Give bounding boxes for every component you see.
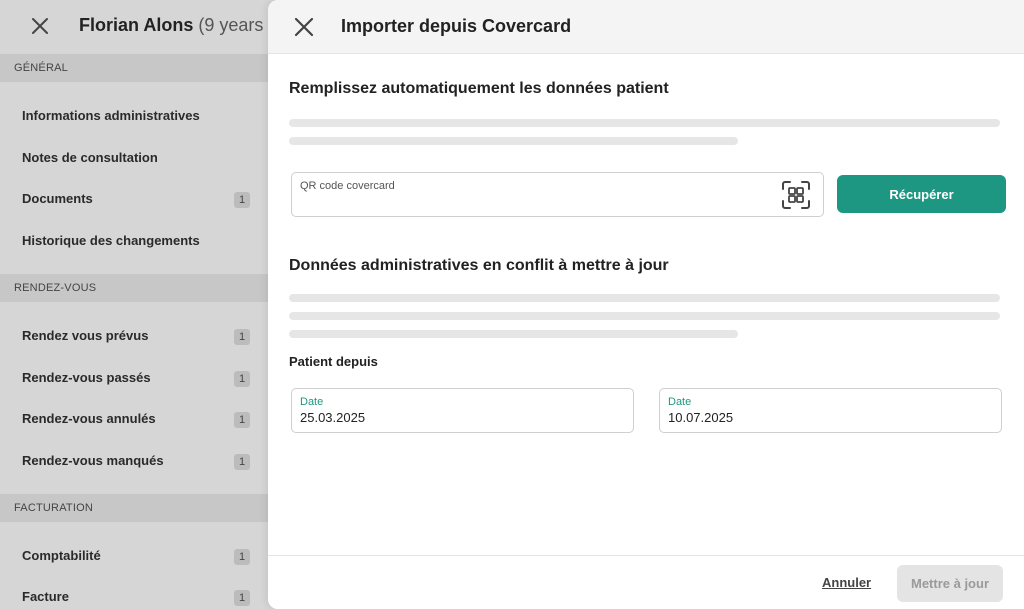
close-icon[interactable] xyxy=(28,14,52,38)
sidebar-item-documents[interactable]: Documents xyxy=(22,191,93,206)
update-button[interactable]: Mettre à jour xyxy=(897,565,1003,602)
sidebar-item-missed-appointments[interactable]: Rendez-vous manqués xyxy=(22,453,164,468)
date-label: Date xyxy=(668,396,692,408)
sidebar-item-invoice[interactable]: Facture xyxy=(22,589,69,604)
modal-header: Importer depuis Covercard xyxy=(268,0,1024,54)
count-badge: 1 xyxy=(234,329,250,345)
conflict-title: Données administratives en conflit à met… xyxy=(289,257,669,274)
date-value: 25.03.2025 xyxy=(300,410,366,425)
date-label: Date xyxy=(300,396,324,408)
count-badge: 1 xyxy=(234,412,250,428)
section-general: GÉNÉRAL xyxy=(0,54,268,82)
patient-since-label: Patient depuis xyxy=(289,354,378,369)
qr-code-input[interactable] xyxy=(300,195,770,213)
close-icon[interactable] xyxy=(292,15,316,39)
sidebar-item-past-appointments[interactable]: Rendez-vous passés xyxy=(22,370,151,385)
patient-title: Florian Alons (9 years ol xyxy=(79,15,282,36)
count-badge: 1 xyxy=(234,371,250,387)
count-badge: 1 xyxy=(234,590,250,606)
autofill-title: Remplissez automatiquement les données p… xyxy=(289,80,669,97)
sidebar-item-accounting[interactable]: Comptabilité xyxy=(22,548,101,563)
section-appointments: RENDEZ-VOUS xyxy=(0,274,268,302)
count-badge: 1 xyxy=(234,454,250,470)
count-badge: 1 xyxy=(234,192,250,208)
date-field-current[interactable]: Date 25.03.2025 xyxy=(291,388,634,433)
fetch-button[interactable]: Récupérer xyxy=(837,175,1006,213)
sidebar-item-change-history[interactable]: Historique des changements xyxy=(22,233,200,248)
qr-code-label: QR code covercard xyxy=(300,180,395,192)
patient-name: Florian Alons xyxy=(79,15,194,35)
section-billing: FACTURATION xyxy=(0,494,268,522)
qr-scan-icon[interactable] xyxy=(780,179,812,211)
count-badge: 1 xyxy=(234,549,250,565)
skeleton-line xyxy=(289,330,738,338)
sidebar-item-cancelled-appointments[interactable]: Rendez-vous annulés xyxy=(22,411,156,426)
date-field-covercard[interactable]: Date 10.07.2025 xyxy=(659,388,1002,433)
qr-code-field[interactable]: QR code covercard xyxy=(291,172,824,217)
cancel-button[interactable]: Annuler xyxy=(822,575,871,590)
skeleton-line xyxy=(289,119,1000,127)
sidebar-item-consultation-notes[interactable]: Notes de consultation xyxy=(22,150,158,165)
skeleton-line xyxy=(289,312,1000,320)
modal-footer: Annuler Mettre à jour xyxy=(268,555,1024,609)
skeleton-line xyxy=(289,137,738,145)
skeleton-line xyxy=(289,294,1000,302)
date-value: 10.07.2025 xyxy=(668,410,734,425)
sidebar-item-admin-info[interactable]: Informations administratives xyxy=(22,108,200,123)
import-modal: Importer depuis Covercard Remplissez aut… xyxy=(268,0,1024,609)
modal-title: Importer depuis Covercard xyxy=(341,16,572,36)
sidebar-item-planned-appointments[interactable]: Rendez vous prévus xyxy=(22,328,148,343)
